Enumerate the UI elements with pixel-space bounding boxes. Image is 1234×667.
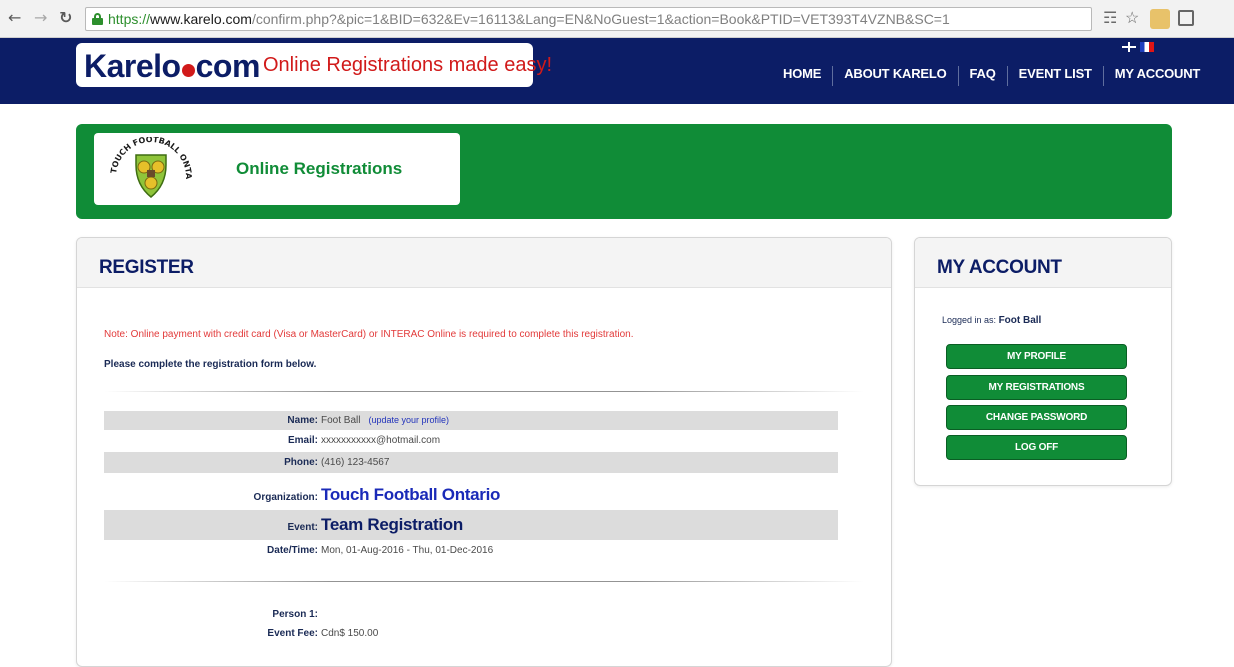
site-header: Karelo com Online Registrations made easy… <box>0 38 1234 104</box>
log-off-button[interactable]: LOG OFF <box>946 435 1127 460</box>
divider <box>104 391 864 392</box>
browser-toolbar: ← → ↻ https://www.karelo.com/confirm.php… <box>0 0 1234 38</box>
nav-about[interactable]: ABOUT KARELO <box>833 66 959 86</box>
star-icon[interactable]: ☆ <box>1125 8 1139 28</box>
nav-home[interactable]: HOME <box>772 66 834 86</box>
french-flag-icon[interactable] <box>1140 42 1154 52</box>
email-value: xxxxxxxxxxx@hotmail.com <box>321 435 441 446</box>
my-account-panel: MY ACCOUNT Logged in as: Foot Ball MY PR… <box>914 237 1172 486</box>
change-password-button[interactable]: CHANGE PASSWORD <box>946 405 1127 430</box>
form-instructions: Please complete the registration form be… <box>104 359 317 370</box>
nav-event-list[interactable]: EVENT LIST <box>1008 66 1104 86</box>
nav-my-account[interactable]: MY ACCOUNT <box>1104 66 1211 86</box>
person-row: Person 1: <box>104 607 838 625</box>
register-panel-header <box>77 238 891 288</box>
my-profile-button[interactable]: MY PROFILE <box>946 344 1127 369</box>
organization-value: Touch Football Ontario <box>321 485 501 504</box>
reload-icon[interactable]: ↻ <box>59 9 72 27</box>
logged-in-user: Foot Ball <box>998 315 1042 326</box>
register-title: REGISTER <box>99 257 194 278</box>
profile-phone-row: Phone: (416) 123-4567 <box>104 452 838 473</box>
date-value: Mon, 01-Aug-2016 - Thu, 01-Dec-2016 <box>321 545 494 556</box>
banner-card: TOUCH FOOTBALL ONTARIO Online Registrati… <box>94 133 460 205</box>
logo-wordmark: Karelo com <box>84 48 260 84</box>
lock-icon <box>92 13 103 25</box>
logged-in-status: Logged in as: Foot Ball <box>942 315 1042 326</box>
logo-tagline: Online Registrations made easy! <box>263 54 553 76</box>
extension-icon[interactable] <box>1178 10 1194 26</box>
date-row: Date/Time: Mon, 01-Aug-2016 - Thu, 01-De… <box>104 543 838 561</box>
url-text: https://www.karelo.com/confirm.php?&pic=… <box>108 11 950 27</box>
divider <box>104 581 864 582</box>
organization-banner: TOUCH FOOTBALL ONTARIO Online Registrati… <box>76 124 1172 219</box>
phone-value: (416) 123-4567 <box>321 457 390 468</box>
english-flag-icon[interactable] <box>1122 42 1136 52</box>
event-label: Event: <box>287 522 318 533</box>
name-value: Foot Ball (update your profile) <box>321 415 450 426</box>
top-navigation: HOME ABOUT KARELO FAQ EVENT LIST MY ACCO… <box>772 66 1211 86</box>
profile-email-row: Email: xxxxxxxxxxx@hotmail.com <box>104 430 838 450</box>
extension-icon[interactable] <box>1150 9 1170 29</box>
account-title: MY ACCOUNT <box>937 257 1062 278</box>
event-fee-row: Event Fee: Cdn$ 150.00 <box>104 626 838 644</box>
nav-faq[interactable]: FAQ <box>959 66 1008 86</box>
payment-note: Note: Online payment with credit card (V… <box>104 329 634 340</box>
event-fee-value: Cdn$ 150.00 <box>321 628 379 639</box>
name-label: Name: <box>287 415 318 426</box>
language-flags <box>1122 42 1154 52</box>
register-panel: REGISTER Note: Online payment with credi… <box>76 237 892 667</box>
phone-label: Phone: <box>284 457 318 468</box>
date-label: Date/Time: <box>267 545 318 556</box>
event-row: Event: Team Registration <box>104 510 838 540</box>
address-bar[interactable]: https://www.karelo.com/confirm.php?&pic=… <box>85 7 1092 31</box>
site-logo[interactable]: Karelo com Online Registrations made easy… <box>76 43 552 87</box>
my-registrations-button[interactable]: MY REGISTRATIONS <box>946 375 1127 400</box>
organization-row: Organization: Touch Football Ontario <box>104 484 838 508</box>
profile-name-row: Name: Foot Ball (update your profile) <box>104 411 838 430</box>
person-label: Person 1: <box>272 609 318 620</box>
back-arrow-icon[interactable]: ← <box>8 9 21 27</box>
event-fee-label: Event Fee: <box>267 628 318 639</box>
logo-dot-icon <box>181 64 195 77</box>
key-icon[interactable]: ☶ <box>1103 8 1117 28</box>
update-profile-link[interactable]: (update your profile) <box>368 415 449 425</box>
organization-label: Organization: <box>253 492 318 503</box>
banner-title: Online Registrations <box>236 159 403 178</box>
forward-arrow-icon[interactable]: → <box>34 9 47 27</box>
email-label: Email: <box>287 435 318 446</box>
event-value: Team Registration <box>321 515 463 534</box>
touch-football-ontario-logo: TOUCH FOOTBALL ONTARIO <box>104 137 193 198</box>
